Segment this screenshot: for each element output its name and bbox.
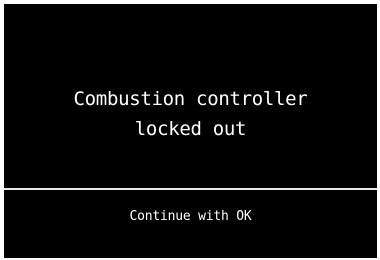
continue-hint: Continue with OK [129, 209, 252, 224]
lockout-panel: Combustion controller locked out Continu… [4, 4, 377, 258]
message-line-2: locked out [134, 118, 247, 140]
device-screen: Combustion controller locked out Continu… [0, 0, 380, 260]
lockout-message: Combustion controller locked out [4, 84, 377, 144]
divider [4, 188, 377, 190]
message-line-1: Combustion controller [73, 88, 308, 110]
